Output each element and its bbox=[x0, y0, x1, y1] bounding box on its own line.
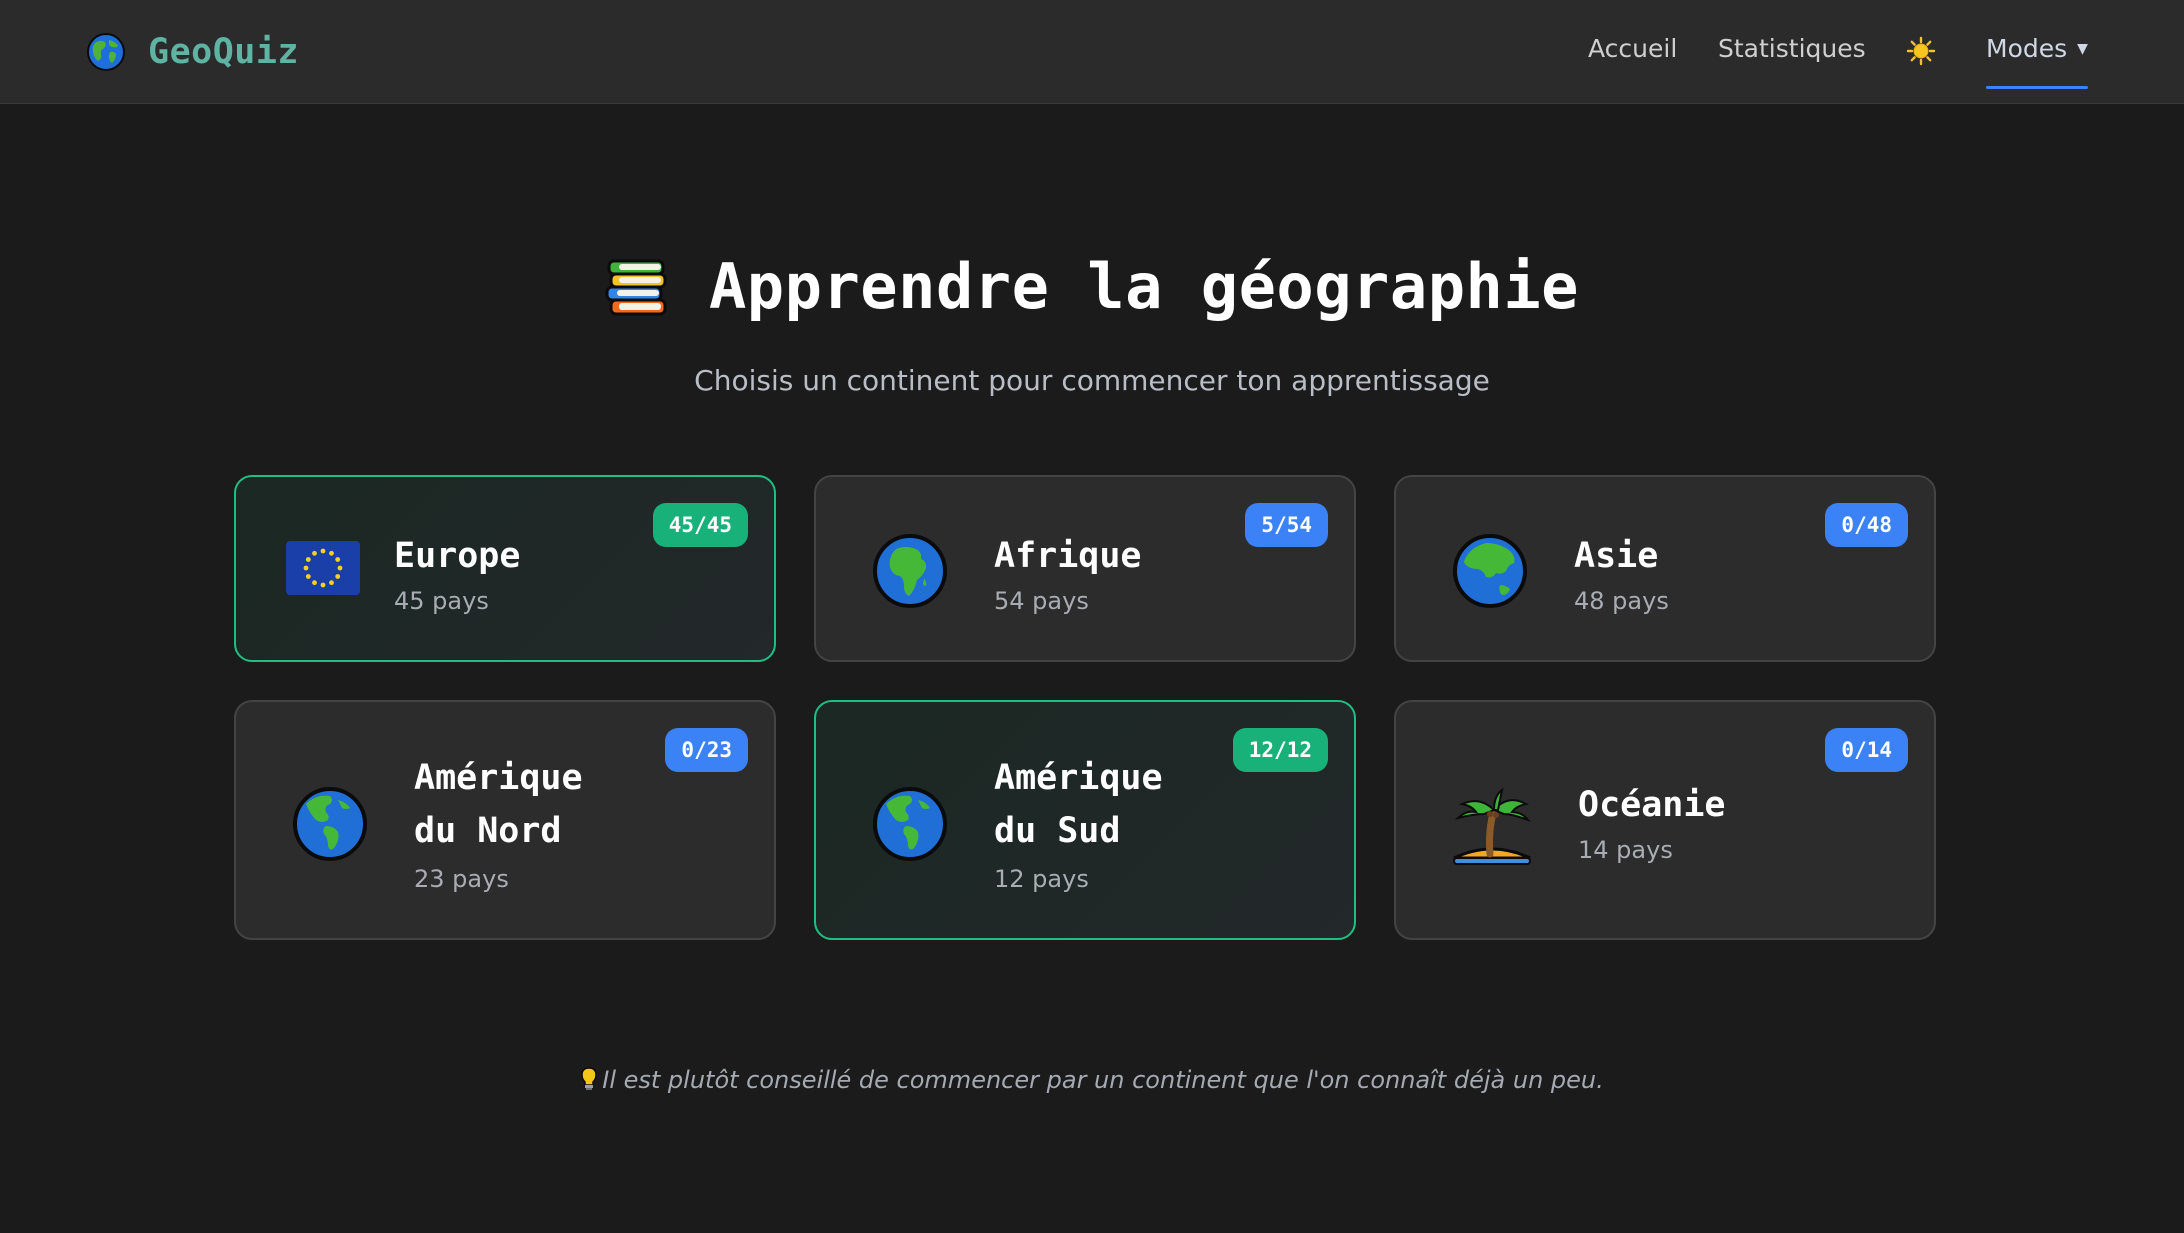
globe-asia-icon bbox=[1453, 534, 1527, 608]
country-count: 45 pays bbox=[394, 587, 489, 615]
page-title: Apprendre la géographie bbox=[0, 250, 2184, 323]
continent-card-amerique-du-sud[interactable]: 12/12 Amérique du Sud 12 pays bbox=[814, 700, 1356, 940]
continent-name-line1: Amérique bbox=[994, 758, 1163, 798]
progress-badge: 45/45 bbox=[652, 503, 748, 547]
caret-down-icon: ▼ bbox=[2077, 40, 2088, 57]
active-nav-indicator bbox=[1986, 86, 2088, 89]
country-count: 54 pays bbox=[994, 587, 1089, 615]
globe-americas-icon bbox=[293, 787, 367, 861]
modes-dropdown[interactable]: Modes ▼ bbox=[1986, 34, 2088, 63]
tip-message: Il est plutôt conseillé de commencer par… bbox=[0, 1066, 2184, 1094]
continent-name: Amérique du Sud bbox=[994, 752, 1163, 858]
progress-badge: 12/12 bbox=[1232, 728, 1328, 772]
continent-name: Amérique du Nord bbox=[414, 752, 583, 858]
continent-card-asie[interactable]: 0/48 Asie 48 pays bbox=[1394, 475, 1936, 662]
continent-card-europe[interactable]: 45/45 Europe 45 pays bbox=[234, 475, 776, 662]
globe-americas-icon bbox=[873, 787, 947, 861]
continent-name: Afrique bbox=[994, 536, 1142, 576]
continent-card-amerique-du-nord[interactable]: 0/23 Amérique du Nord 23 pays bbox=[234, 700, 776, 940]
country-count: 14 pays bbox=[1578, 836, 1673, 864]
palm-island-icon bbox=[1453, 787, 1531, 865]
continent-name-line1: Amérique bbox=[414, 758, 583, 798]
continent-card-oceanie[interactable]: 0/14 Océanie 14 pays bbox=[1394, 700, 1936, 940]
continent-name: Océanie bbox=[1578, 785, 1726, 825]
continent-name-line2: du Sud bbox=[994, 811, 1121, 851]
lightbulb-icon bbox=[581, 1067, 597, 1090]
country-count: 23 pays bbox=[414, 865, 509, 893]
progress-badge: 0/14 bbox=[1825, 728, 1908, 772]
country-count: 48 pays bbox=[1574, 587, 1669, 615]
progress-badge: 5/54 bbox=[1245, 503, 1328, 547]
continent-name: Europe bbox=[394, 536, 521, 576]
theme-toggle-sun-icon[interactable] bbox=[1906, 36, 1936, 66]
tip-text: Il est plutôt conseillé de commencer par… bbox=[602, 1066, 1604, 1094]
books-icon bbox=[605, 259, 667, 315]
page-subtitle: Choisis un continent pour commencer ton … bbox=[694, 364, 1490, 397]
brand-link[interactable]: GeoQuiz bbox=[86, 28, 299, 76]
nav-link-accueil[interactable]: Accueil bbox=[1588, 34, 1677, 63]
brand-name: GeoQuiz bbox=[148, 32, 300, 72]
progress-badge: 0/48 bbox=[1825, 503, 1908, 547]
continent-name-line2: du Nord bbox=[414, 811, 562, 851]
continent-name: Asie bbox=[1574, 536, 1659, 576]
page-heading: Apprendre la géographie bbox=[708, 250, 1580, 323]
continent-card-afrique[interactable]: 5/54 Afrique 54 pays bbox=[814, 475, 1356, 662]
modes-label: Modes bbox=[1986, 34, 2068, 63]
eu-flag-icon bbox=[286, 541, 360, 595]
top-navbar: GeoQuiz Accueil Statistiques Modes ▼ bbox=[0, 0, 2184, 104]
nav-link-statistiques[interactable]: Statistiques bbox=[1718, 34, 1866, 63]
globe-africa-icon bbox=[873, 534, 947, 608]
globe-logo-icon bbox=[87, 33, 125, 71]
progress-badge: 0/23 bbox=[665, 728, 748, 772]
country-count: 12 pays bbox=[994, 865, 1089, 893]
